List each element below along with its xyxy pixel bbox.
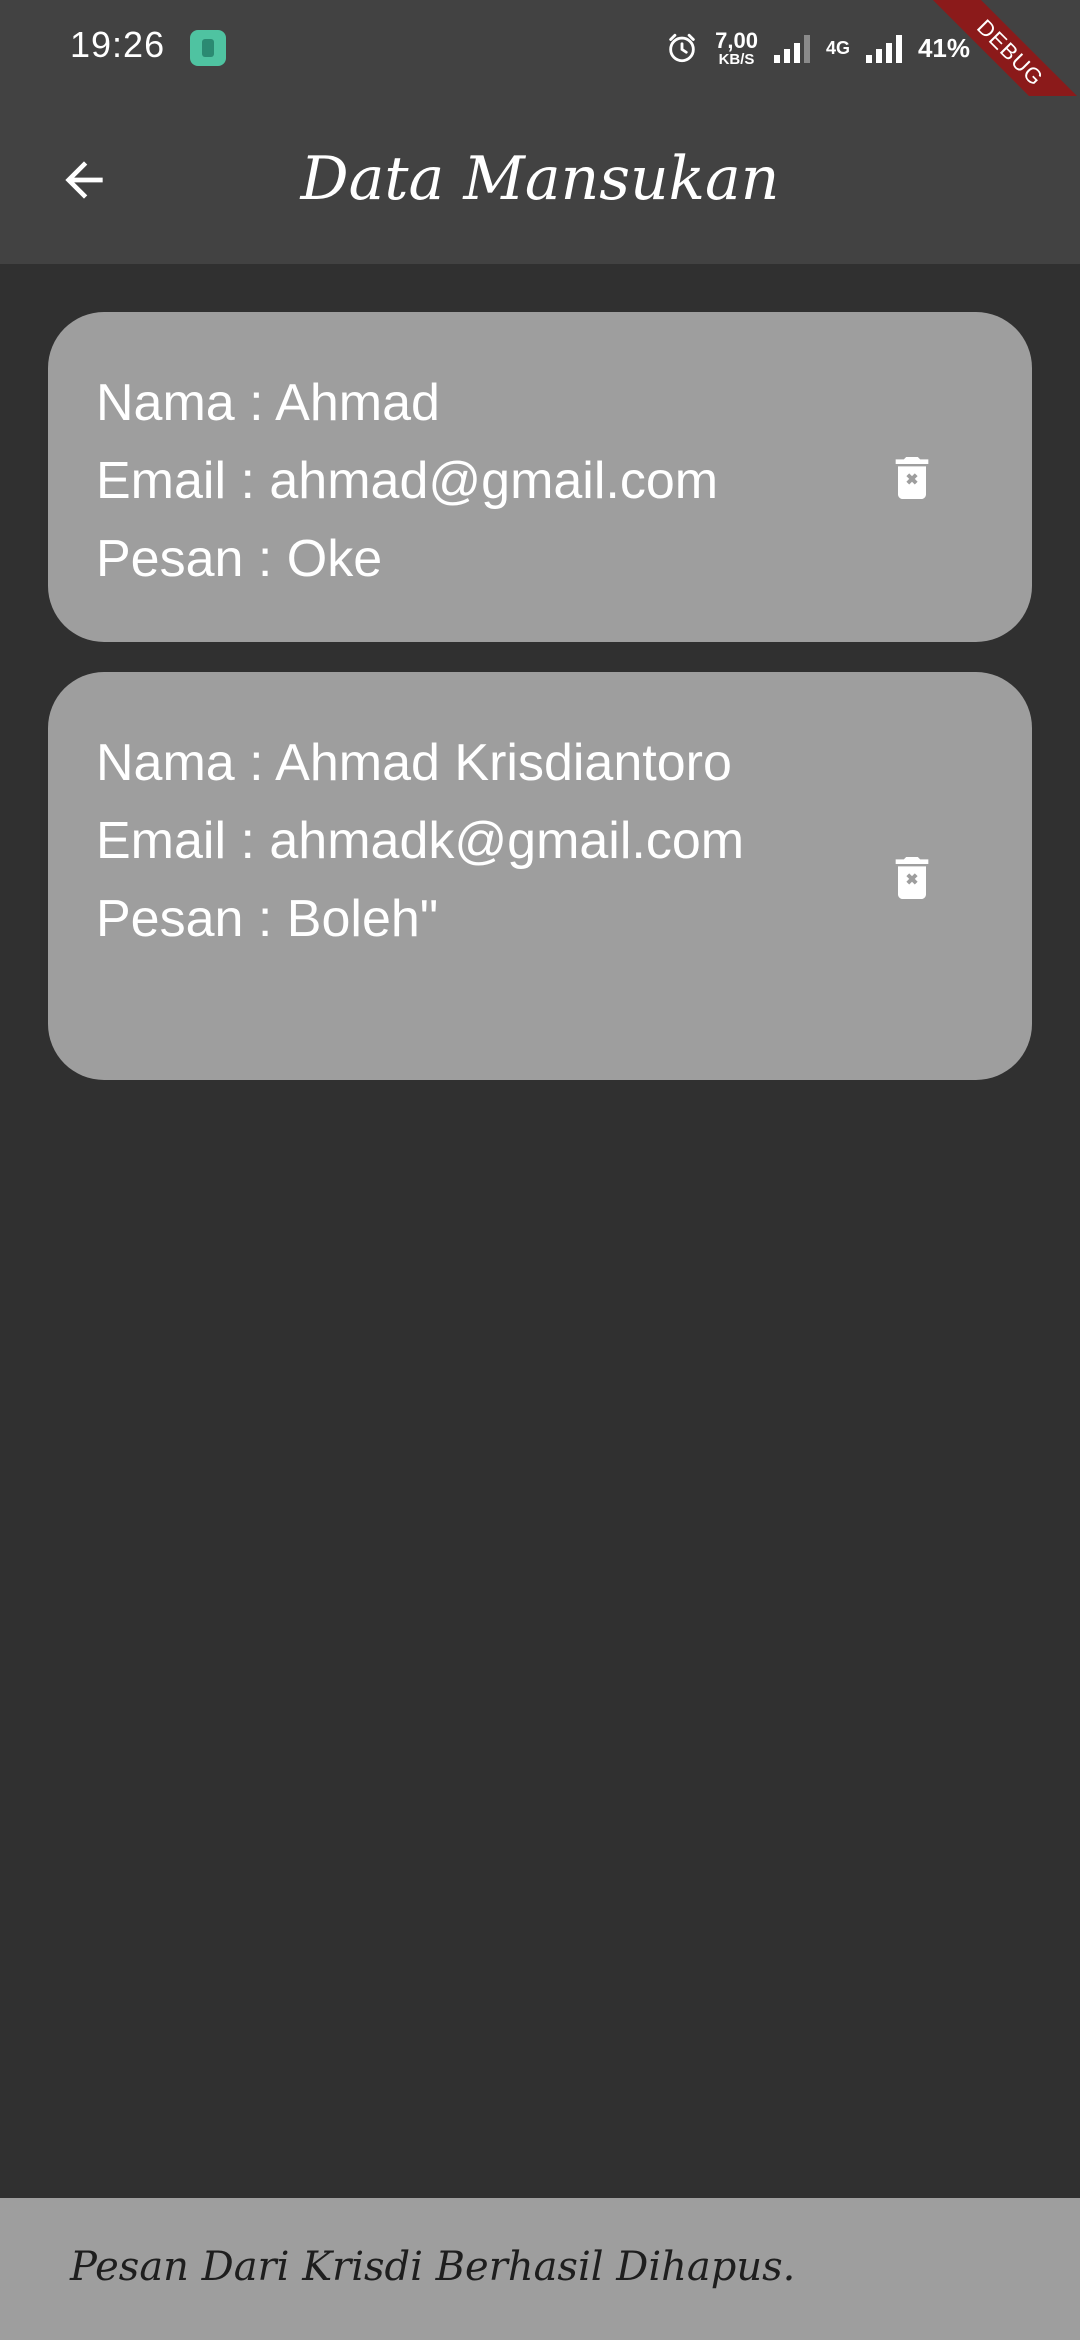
status-time: 19:26 — [70, 24, 166, 65]
message-details: Nama : Ahmad Email : ahmad@gmail.com Pes… — [96, 364, 718, 598]
delete-button[interactable] — [876, 442, 948, 514]
app-bar: Data Mansukan — [0, 96, 1080, 264]
battery-level: 41% — [917, 32, 970, 63]
message-card: Nama : Ahmad Email : ahmad@gmail.com Pes… — [48, 312, 1032, 642]
snackbar: Pesan Dari Krisdi Berhasil Dihapus. — [0, 2198, 1080, 2340]
signal-strength-icon — [773, 33, 810, 63]
snackbar-message: Pesan Dari Krisdi Berhasil Dihapus. — [70, 2244, 796, 2290]
network-speed: 7,00 KB/S — [715, 27, 758, 68]
delete-button[interactable] — [876, 842, 948, 914]
page-title: Data Mansukan — [300, 144, 780, 214]
app-notification-icon — [190, 30, 226, 66]
message-email: Email : ahmadk@gmail.com — [96, 812, 745, 870]
delete-forever-icon — [895, 457, 929, 499]
message-email: Email : ahmad@gmail.com — [96, 452, 719, 510]
delete-forever-icon — [895, 857, 929, 899]
network-speed-value: 7,00 — [715, 27, 758, 53]
status-bar: 19:26 7,00 KB/S 4G 41% DEBUG — [0, 0, 1080, 157]
network-type: 4G — [825, 37, 850, 58]
message-text: Pesan : Boleh" — [96, 890, 439, 948]
message-card: Nama : Ahmad Krisdiantoro Email : ahmadk… — [48, 672, 1032, 1080]
network-speed-unit: KB/S — [718, 50, 755, 68]
message-name: Nama : Ahmad — [96, 374, 440, 432]
signal-strength-icon-2 — [865, 33, 902, 63]
alarm-icon — [669, 33, 695, 63]
message-details: Nama : Ahmad Krisdiantoro Email : ahmadk… — [96, 724, 744, 958]
message-text: Pesan : Oke — [96, 530, 383, 588]
message-name: Nama : Ahmad Krisdiantoro — [96, 734, 732, 792]
status-icons: 7,00 KB/S 4G 41% — [665, 26, 970, 70]
